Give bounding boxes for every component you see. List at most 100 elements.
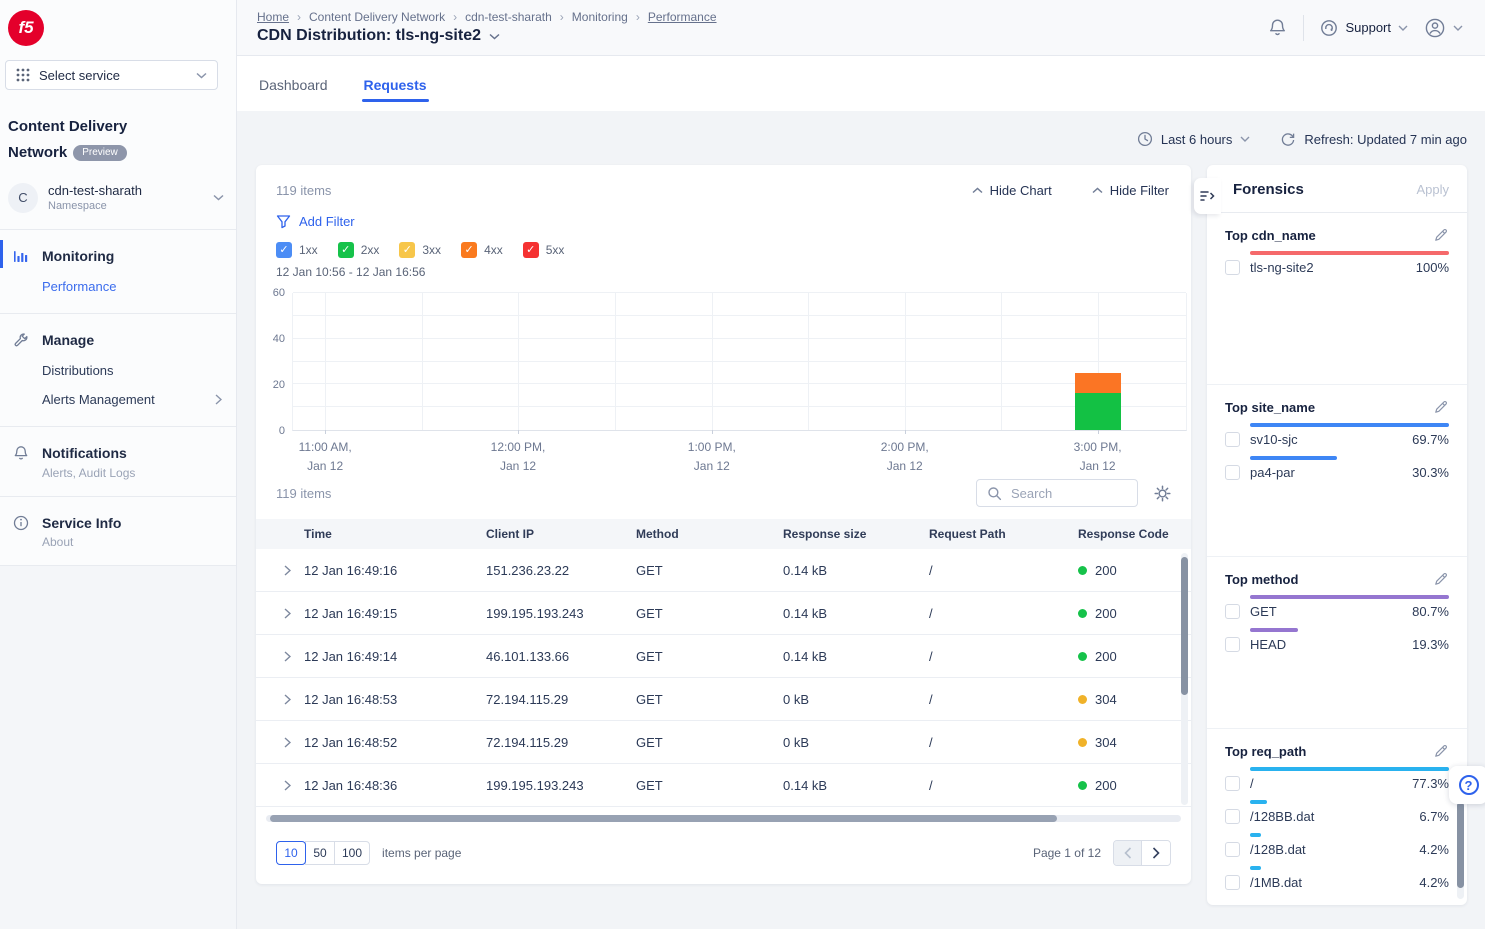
sidebar-item-label: Notifications (42, 445, 127, 461)
sidebar-item-manage[interactable]: Manage (0, 324, 236, 356)
page-size-50[interactable]: 50 (305, 841, 335, 865)
sidebar-item-monitoring[interactable]: Monitoring (0, 240, 236, 272)
tab-requests[interactable]: Requests (362, 77, 429, 111)
forensics-item-checkbox[interactable] (1225, 842, 1240, 857)
next-page-button[interactable] (1142, 841, 1170, 865)
edit-pencil-icon[interactable] (1433, 399, 1449, 415)
breadcrumb-item[interactable]: Content Delivery Network (309, 10, 445, 24)
refresh-button[interactable]: Refresh: Updated 7 min ago (1280, 131, 1467, 147)
select-service-label: Select service (39, 68, 120, 83)
refresh-label: Refresh: Updated 7 min ago (1304, 132, 1467, 147)
forensics-item-checkbox[interactable] (1225, 637, 1240, 652)
expand-row-chevron-icon[interactable] (256, 694, 304, 705)
breadcrumb-item[interactable]: Home (257, 10, 289, 24)
scrollbar-thumb[interactable] (1457, 802, 1464, 888)
forensics-item: HEAD19.3% (1225, 628, 1449, 652)
sidebar-subitem-label: Performance (42, 279, 116, 294)
column-header-response-code: Response Code (1078, 527, 1191, 541)
checkbox-1xx[interactable]: ✓ (276, 242, 292, 258)
table-row[interactable]: 12 Jan 16:49:15199.195.193.243GET0.14 kB… (256, 592, 1191, 635)
forensics-item-checkbox[interactable] (1225, 809, 1240, 824)
forensics-item-checkbox[interactable] (1225, 432, 1240, 447)
add-filter-button[interactable]: Add Filter (256, 202, 375, 229)
sidebar-section-service-info: Service InfoAbout (0, 497, 236, 565)
breadcrumb-separator: › (560, 10, 564, 24)
expand-row-chevron-icon[interactable] (256, 608, 304, 619)
select-service-dropdown[interactable]: Select service (5, 60, 218, 90)
time-range-dropdown[interactable]: Last 6 hours (1137, 131, 1251, 147)
forensics-item-body: /128BB.dat6.7% (1250, 800, 1449, 824)
expand-row-chevron-icon[interactable] (256, 565, 304, 576)
expand-row-chevron-icon[interactable] (256, 737, 304, 748)
chart-hgridline (293, 292, 1186, 293)
expand-row-chevron-icon[interactable] (256, 651, 304, 662)
breadcrumb-item[interactable]: cdn-test-sharath (465, 10, 552, 24)
forensics-item-label: / (1250, 776, 1254, 791)
table-row[interactable]: 12 Jan 16:49:1446.101.133.66GET0.14 kB/2… (256, 635, 1191, 678)
hide-chart-button[interactable]: Hide Chart (972, 183, 1052, 198)
forensics-collapse-button[interactable] (1194, 178, 1221, 214)
namespace-selector[interactable]: C cdn-test-sharath Namespace (8, 183, 224, 213)
checkbox-5xx[interactable]: ✓ (523, 242, 539, 258)
table-row[interactable]: 12 Jan 16:48:5372.194.115.29GET0 kB/304 (256, 678, 1191, 721)
help-button[interactable]: ? (1449, 766, 1485, 804)
sidebar-item-performance[interactable]: Performance (0, 272, 236, 301)
sidebar-item-sublabel: Alerts, Audit Logs (0, 466, 236, 484)
forensics-item-checkbox[interactable] (1225, 465, 1240, 480)
scrollbar-thumb[interactable] (270, 815, 1057, 822)
edit-pencil-icon[interactable] (1433, 571, 1449, 587)
status-dot (1078, 609, 1087, 618)
support-menu[interactable]: Support (1320, 19, 1408, 37)
page-size-100[interactable]: 100 (334, 841, 370, 865)
forensics-item-checkbox[interactable] (1225, 776, 1240, 791)
edit-pencil-icon[interactable] (1433, 227, 1449, 243)
table-settings-gear-icon[interactable] (1154, 485, 1171, 502)
table-row[interactable]: 12 Jan 16:48:5272.194.115.29GET0 kB/304 (256, 721, 1191, 764)
chart-x-tick-date: Jan 12 (299, 457, 352, 476)
forensics-item-percent: 4.2% (1419, 842, 1449, 857)
page-title-dropdown[interactable]: CDN Distribution: tls-ng-site2 (257, 27, 717, 45)
expand-row-chevron-icon[interactable] (256, 780, 304, 791)
forensics-scrollbar[interactable] (1457, 793, 1464, 899)
breadcrumb-item[interactable]: Performance (648, 10, 717, 24)
forensics-section-title: Top req_path (1225, 744, 1306, 759)
checkbox-3xx[interactable]: ✓ (399, 242, 415, 258)
table-row[interactable]: 12 Jan 16:49:16151.236.23.22GET0.14 kB/2… (256, 549, 1191, 592)
table-vertical-scrollbar[interactable] (1181, 553, 1188, 805)
account-menu[interactable] (1424, 17, 1463, 39)
forensics-item-row: /128BB.dat6.7% (1250, 809, 1449, 824)
page-title: CDN Distribution: tls-ng-site2 (257, 27, 481, 45)
forensics-item-checkbox[interactable] (1225, 875, 1240, 890)
forensics-apply-button[interactable]: Apply (1416, 182, 1449, 197)
product-title-line2: Network (8, 144, 67, 161)
product-title-line1: Content Delivery (8, 118, 127, 135)
chart-vgridline (422, 293, 423, 430)
search-input[interactable] (1009, 485, 1127, 502)
table-row[interactable]: 12 Jan 16:48:36199.195.193.243GET0.14 kB… (256, 764, 1191, 807)
scrollbar-thumb[interactable] (1181, 557, 1188, 695)
table-horizontal-scrollbar[interactable] (266, 815, 1181, 822)
forensics-section-top-cdn_name: Top cdn_nametls-ng-site2100% (1207, 213, 1467, 385)
forensics-item-checkbox[interactable] (1225, 260, 1240, 275)
sidebar-item-alerts-management[interactable]: Alerts Management (0, 385, 236, 414)
forensics-item-checkbox[interactable] (1225, 604, 1240, 619)
cell-response-size: 0.14 kB (783, 649, 929, 664)
support-label: Support (1345, 20, 1391, 35)
table-search (976, 479, 1138, 507)
hide-filter-button[interactable]: Hide Filter (1092, 183, 1169, 198)
chart-y-tick-label: 0 (279, 425, 285, 437)
notifications-bell-icon[interactable] (1268, 18, 1287, 38)
checkbox-4xx[interactable]: ✓ (461, 242, 477, 258)
edit-pencil-icon[interactable] (1433, 743, 1449, 759)
checkbox-2xx[interactable]: ✓ (338, 242, 354, 258)
page-size-10[interactable]: 10 (276, 841, 306, 865)
f5-logo[interactable]: f5 (8, 10, 44, 46)
chart-x-tick-time: 2:00 PM, (881, 438, 929, 457)
cell-method: GET (636, 563, 783, 578)
sidebar-item-distributions[interactable]: Distributions (0, 356, 236, 385)
cell-time: 12 Jan 16:48:53 (304, 692, 486, 707)
tab-dashboard[interactable]: Dashboard (257, 77, 330, 111)
previous-page-button[interactable] (1114, 841, 1142, 865)
forensics-item-label: GET (1250, 604, 1277, 619)
breadcrumb-item[interactable]: Monitoring (572, 10, 628, 24)
